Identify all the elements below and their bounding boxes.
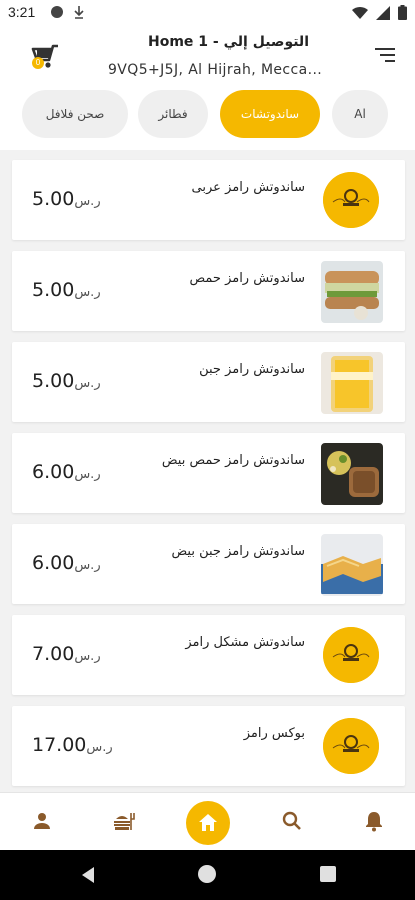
product-name: ساندوتش رامز حمص بيض	[161, 453, 305, 468]
bell-icon	[366, 812, 382, 832]
product-price: 5.00ر.س	[32, 188, 101, 210]
system-home-button[interactable]	[198, 865, 216, 883]
cart-badge: 0	[32, 57, 44, 69]
home-icon	[199, 814, 217, 831]
product-card[interactable]: ساندوتش رامز حمص 5.00ر.س	[12, 251, 405, 331]
product-image	[321, 534, 383, 596]
category-chip-all[interactable]: Al	[332, 90, 388, 138]
category-chip-sandwiches[interactable]: ساندوتشات	[220, 90, 320, 138]
product-price: 5.00ر.س	[32, 370, 101, 392]
bottom-navigation	[0, 792, 415, 850]
product-name: ساندوتش رامز جبن	[199, 362, 305, 377]
product-price: 5.00ر.س	[32, 279, 101, 301]
product-card[interactable]: ساندوتش رامز جبن 5.00ر.س	[12, 342, 405, 422]
product-price: 7.00ر.س	[32, 643, 101, 665]
product-image	[321, 261, 383, 323]
recent-apps-button[interactable]	[320, 866, 336, 882]
search-icon	[282, 811, 301, 830]
menu-icon	[375, 48, 395, 62]
product-name: بوكس رامز	[243, 726, 305, 741]
nav-search[interactable]	[280, 809, 304, 833]
nav-menu[interactable]	[112, 809, 136, 833]
product-price: 6.00ر.س	[32, 461, 101, 483]
product-price: 6.00ر.س	[32, 552, 101, 574]
delivery-address[interactable]: 9VQ5+J5J, Al Hijrah, Mecca...	[108, 62, 322, 78]
nav-notifications[interactable]	[362, 809, 386, 833]
delivery-title[interactable]: التوصيل إلي - Home 1	[148, 34, 309, 50]
battery-icon	[398, 5, 407, 20]
category-tabs: Al ساندوتشات فطائر صحن فلافل	[0, 90, 415, 142]
restaurant-logo-icon	[323, 627, 379, 683]
nav-home[interactable]	[186, 801, 230, 845]
back-icon[interactable]	[80, 866, 96, 884]
app-header: 0 التوصيل إلي - Home 1 9VQ5+J5J, Al Hijr…	[0, 26, 415, 92]
restaurant-logo-icon	[323, 718, 379, 774]
product-price: 17.00ر.س	[32, 734, 113, 756]
product-name: ساندوتش رامز عربى	[191, 180, 305, 195]
category-chip-pies[interactable]: فطائر	[138, 90, 208, 138]
menu-book-icon	[114, 813, 135, 830]
product-name: ساندوتش رامز حمص	[189, 271, 305, 286]
product-card[interactable]: ساندوتش مشكل رامز 7.00ر.س	[12, 615, 405, 695]
menu-button[interactable]	[375, 46, 397, 64]
product-card[interactable]: ساندوتش رامز عربى 5.00ر.س	[12, 160, 405, 240]
product-name: ساندوتش رامز جبن بيض	[171, 544, 305, 559]
signal-icon	[376, 5, 390, 20]
cart-button[interactable]: 0	[28, 40, 62, 72]
system-navigation-bar	[0, 850, 415, 900]
product-name: ساندوتش مشكل رامز	[185, 635, 305, 650]
profile-icon	[34, 813, 50, 829]
status-bar: 3:21	[0, 0, 415, 26]
download-icon	[74, 6, 84, 19]
restaurant-logo-icon	[323, 172, 379, 228]
product-image	[321, 443, 383, 505]
product-card[interactable]: بوكس رامز 17.00ر.س	[12, 706, 405, 786]
wifi-icon	[352, 6, 368, 19]
product-card[interactable]: ساندوتش رامز حمص بيض 6.00ر.س	[12, 433, 405, 513]
category-chip-falafel[interactable]: صحن فلافل	[22, 90, 128, 138]
status-time: 3:21	[8, 4, 36, 20]
circle-icon	[51, 6, 63, 18]
nav-profile[interactable]	[30, 809, 54, 833]
product-card[interactable]: ساندوتش رامز جبن بيض 6.00ر.س	[12, 524, 405, 604]
product-list: ساندوتش رامز عربى 5.00ر.س ساندوتش رامز ح…	[0, 150, 415, 792]
product-image	[321, 352, 383, 414]
